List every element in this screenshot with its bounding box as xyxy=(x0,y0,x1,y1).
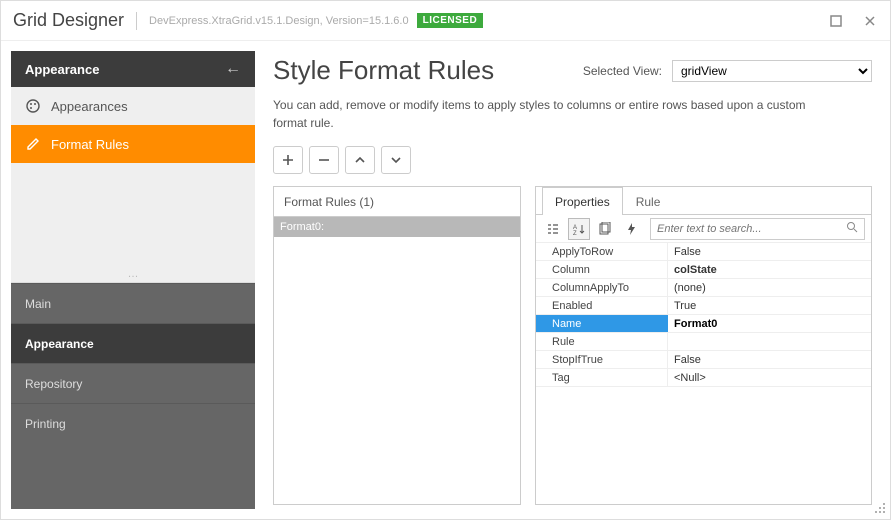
property-value[interactable]: False xyxy=(668,351,871,368)
property-row[interactable]: ColumncolState xyxy=(536,261,871,279)
back-icon[interactable]: ← xyxy=(225,60,241,78)
property-row[interactable]: ColumnApplyTo(none) xyxy=(536,279,871,297)
sidebar-item-format-rules[interactable]: Format Rules xyxy=(11,125,255,163)
property-row[interactable]: EnabledTrue xyxy=(536,297,871,315)
assembly-version: DevExpress.XtraGrid.v15.1.Design, Versio… xyxy=(149,15,409,27)
move-down-button[interactable] xyxy=(381,146,411,174)
property-name: ColumnApplyTo xyxy=(536,279,668,296)
property-value[interactable]: True xyxy=(668,297,871,314)
app-title: Grid Designer xyxy=(13,10,124,31)
property-name: StopIfTrue xyxy=(536,351,668,368)
events-icon[interactable] xyxy=(620,218,642,240)
selected-view-label: Selected View: xyxy=(583,64,662,78)
property-search[interactable] xyxy=(650,218,865,240)
sidebar-category-main[interactable]: Main xyxy=(11,283,255,323)
tab-properties[interactable]: Properties xyxy=(542,187,623,215)
format-rules-header: Format Rules (1) xyxy=(274,187,520,217)
property-row[interactable]: ApplyToRowFalse xyxy=(536,243,871,261)
sidebar-fill xyxy=(11,443,255,509)
property-row[interactable]: Tag<Null> xyxy=(536,369,871,387)
property-name: Tag xyxy=(536,369,668,386)
search-icon[interactable] xyxy=(846,221,858,236)
sidebar-category-repository[interactable]: Repository xyxy=(11,363,255,403)
add-button[interactable] xyxy=(273,146,303,174)
sidebar-section-header[interactable]: Appearance ← xyxy=(11,51,255,87)
sidebar-item-label: Appearances xyxy=(51,99,128,114)
palette-icon xyxy=(25,98,41,114)
move-up-button[interactable] xyxy=(345,146,375,174)
property-grid[interactable]: ApplyToRowFalseColumncolStateColumnApply… xyxy=(536,243,871,504)
property-value[interactable]: False xyxy=(668,243,871,260)
property-pages-icon[interactable] xyxy=(594,218,616,240)
property-row[interactable]: NameFormat0 xyxy=(536,315,871,333)
sidebar-item-appearances[interactable]: Appearances xyxy=(11,87,255,125)
sidebar-category-appearance[interactable]: Appearance xyxy=(11,323,255,363)
property-name: Rule xyxy=(536,333,668,350)
property-row[interactable]: StopIfTrueFalse xyxy=(536,351,871,369)
search-input[interactable] xyxy=(657,223,846,235)
remove-button[interactable] xyxy=(309,146,339,174)
svg-text:Z: Z xyxy=(573,231,577,236)
maximize-icon[interactable] xyxy=(828,13,844,29)
property-name: Column xyxy=(536,261,668,278)
license-badge: LICENSED xyxy=(417,13,484,28)
title-divider xyxy=(136,12,137,30)
alphabetical-icon[interactable]: AZ xyxy=(568,218,590,240)
edit-icon xyxy=(25,136,41,152)
property-row[interactable]: Rule xyxy=(536,333,871,351)
close-icon[interactable] xyxy=(862,13,878,29)
resize-grip-icon[interactable] xyxy=(874,502,886,517)
property-value[interactable]: (none) xyxy=(668,279,871,296)
property-name: Enabled xyxy=(536,297,668,314)
format-rules-panel: Format Rules (1) Format0: xyxy=(273,186,521,505)
selected-view-dropdown[interactable]: gridView xyxy=(672,60,872,82)
list-item[interactable]: Format0: xyxy=(274,217,520,237)
page-description: You can add, remove or modify items to a… xyxy=(273,96,833,132)
categorized-icon[interactable] xyxy=(542,218,564,240)
sidebar-section-label: Appearance xyxy=(25,62,99,77)
page-title: Style Format Rules xyxy=(273,55,494,86)
sidebar-spacer: … xyxy=(11,163,255,283)
property-name: Name xyxy=(536,315,668,332)
property-value[interactable]: <Null> xyxy=(668,369,871,386)
sidebar-category-printing[interactable]: Printing xyxy=(11,403,255,443)
sidebar: Appearance ← Appearances Format Rules … … xyxy=(11,51,255,509)
property-value[interactable]: colState xyxy=(668,261,871,278)
sidebar-item-label: Format Rules xyxy=(51,137,129,152)
property-name: ApplyToRow xyxy=(536,243,668,260)
property-value[interactable] xyxy=(668,333,871,350)
tab-rule[interactable]: Rule xyxy=(623,187,674,215)
property-panel: Properties Rule AZ ApplyToRowFalseCo xyxy=(535,186,872,505)
property-value[interactable]: Format0 xyxy=(668,315,871,332)
